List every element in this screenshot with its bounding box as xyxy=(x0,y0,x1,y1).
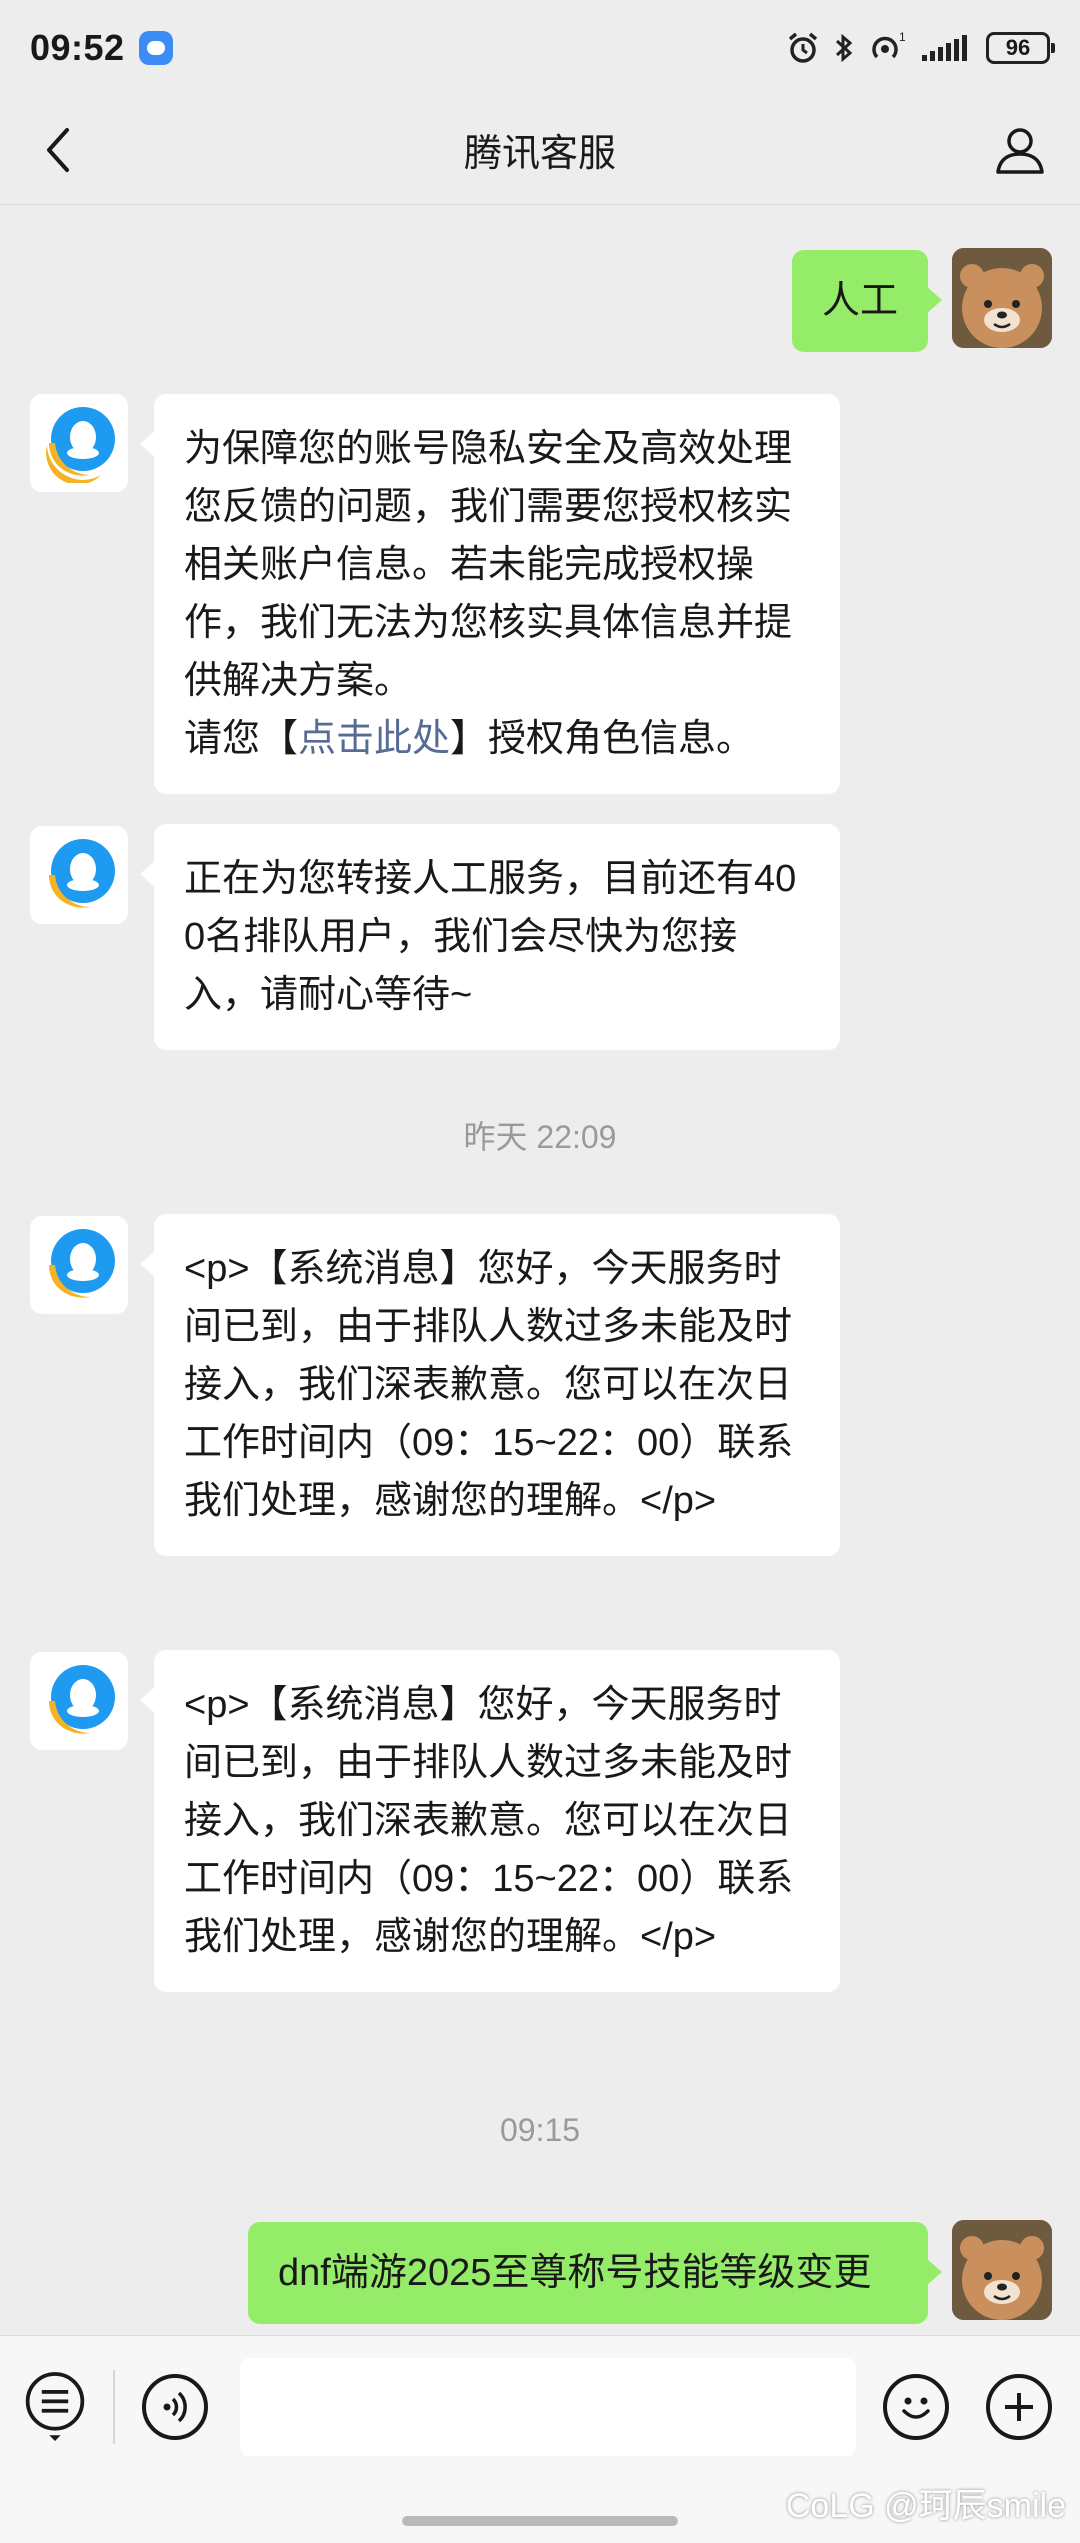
tencent-service-logo-icon xyxy=(46,407,115,483)
outgoing-message-bubble[interactable]: 人工 xyxy=(791,250,943,352)
signal-icon xyxy=(922,34,967,61)
title-bar: 腾讯客服 xyxy=(0,95,1080,205)
hotspot-icon: 1 xyxy=(872,31,906,58)
page-title: 腾讯客服 xyxy=(463,133,616,175)
incoming-message-bubble: 正在为您转接人工服务，目前还有400名排队用户，我们会尽快为您接入，请耐心等待~ xyxy=(140,824,840,1050)
svg-text:1: 1 xyxy=(899,31,906,44)
message-text: 正在为您转接人工服务，目前还有400名排队用户，我们会尽快为您接入，请耐心等待~ xyxy=(184,858,797,1016)
bear-avatar-icon xyxy=(952,2220,1052,2320)
watermark: CoLG @珂辰smile xyxy=(785,2487,1066,2525)
message-text: 人工 xyxy=(821,280,898,322)
bear-avatar-icon xyxy=(952,248,1052,348)
user-avatar[interactable] xyxy=(952,248,1052,348)
message-row-incoming: 为保障您的账号隐私安全及高效处理您反馈的问题，我们需要您授权核实相关账户信息。若… xyxy=(0,388,1080,794)
incoming-message-bubble: <p>【系统消息】您好，今天服务时间已到，由于排队人数过多未能及时接入，我们深表… xyxy=(140,1214,840,1556)
home-indicator[interactable] xyxy=(402,2516,678,2526)
message-row-outgoing: dnf端游2025至尊称号技能等级变更 xyxy=(0,2216,1080,2335)
message-text: 为保障您的账号隐私安全及高效处理您反馈的问题，我们需要您授权核实相关账户信息。若… xyxy=(184,428,793,702)
back-button[interactable] xyxy=(30,122,86,178)
tencent-service-logo-icon xyxy=(49,1665,115,1734)
status-bar: 09:52 1 96 xyxy=(0,0,1080,95)
emoji-icon xyxy=(902,2397,930,2419)
alarm-icon xyxy=(788,32,818,63)
battery-indicator: 96 xyxy=(986,31,1055,64)
plus-icon xyxy=(1005,2393,1033,2421)
divider xyxy=(113,2370,115,2444)
outgoing-message-bubble[interactable]: dnf端游2025至尊称号技能等级变更 xyxy=(248,2222,942,2324)
user-avatar[interactable] xyxy=(952,2220,1052,2320)
tencent-service-logo-icon xyxy=(49,1229,115,1298)
incoming-message-bubble: 为保障您的账号隐私安全及高效处理您反馈的问题，我们需要您授权核实相关账户信息。若… xyxy=(140,394,840,794)
service-avatar[interactable] xyxy=(30,1216,128,1314)
message-input[interactable] xyxy=(240,2358,856,2456)
status-time: 09:52 xyxy=(30,26,125,68)
person-icon xyxy=(996,128,1044,174)
tencent-service-logo-icon xyxy=(49,839,115,908)
message-text: dnf端游2025至尊称号技能等级变更 xyxy=(278,2252,872,2294)
message-notification-icon xyxy=(138,30,173,65)
incoming-message-bubble: <p>【系统消息】您好，今天服务时间已到，由于排队人数过多未能及时接入，我们深表… xyxy=(140,1650,840,1992)
message-row-outgoing: 人工 xyxy=(0,244,1080,354)
timestamp: 09:15 xyxy=(499,2112,581,2148)
voice-button[interactable] xyxy=(142,2374,208,2440)
bluetooth-icon xyxy=(835,33,853,62)
voice-icon xyxy=(163,2391,187,2423)
add-button[interactable] xyxy=(986,2374,1052,2440)
service-avatar[interactable] xyxy=(30,826,128,924)
message-row-incoming: <p>【系统消息】您好，今天服务时间已到，由于排队人数过多未能及时接入，我们深表… xyxy=(0,1648,1080,2054)
service-avatar[interactable] xyxy=(30,1652,128,1750)
status-left: 09:52 xyxy=(30,27,173,69)
message-row-incoming: <p>【系统消息】您好，今天服务时间已到，由于排队人数过多未能及时接入，我们深表… xyxy=(0,1212,1080,1618)
message-text: <p>【系统消息】您好，今天服务时间已到，由于排队人数过多未能及时接入，我们深表… xyxy=(184,1248,794,1522)
message-text-suffix: 】授权角色信息。 xyxy=(450,718,755,760)
chevron-left-icon xyxy=(47,128,69,172)
message-text: <p>【系统消息】您好，今天服务时间已到，由于排队人数过多未能及时接入，我们深表… xyxy=(184,1684,794,1958)
timestamp: 昨天 22:09 xyxy=(463,1119,617,1155)
service-avatar[interactable] xyxy=(30,394,128,492)
message-row-incoming: 正在为您转接人工服务，目前还有400名排队用户，我们会尽快为您接入，请耐心等待~ xyxy=(0,824,1080,1050)
chat-area[interactable]: 人工 为保障您的账号隐私安全及高效处理您反馈的问题，我们需要您授权核实相关账户信… xyxy=(0,206,1080,2335)
chat-info-button[interactable] xyxy=(990,120,1050,180)
menu-button[interactable] xyxy=(22,2372,88,2441)
authorize-link[interactable]: 点击此处 xyxy=(298,718,450,760)
list-menu-icon xyxy=(25,2372,85,2441)
message-text-prompt: 请您【 xyxy=(184,718,299,760)
emoji-button[interactable] xyxy=(883,2374,949,2440)
status-right: 1 96 xyxy=(786,31,1055,65)
